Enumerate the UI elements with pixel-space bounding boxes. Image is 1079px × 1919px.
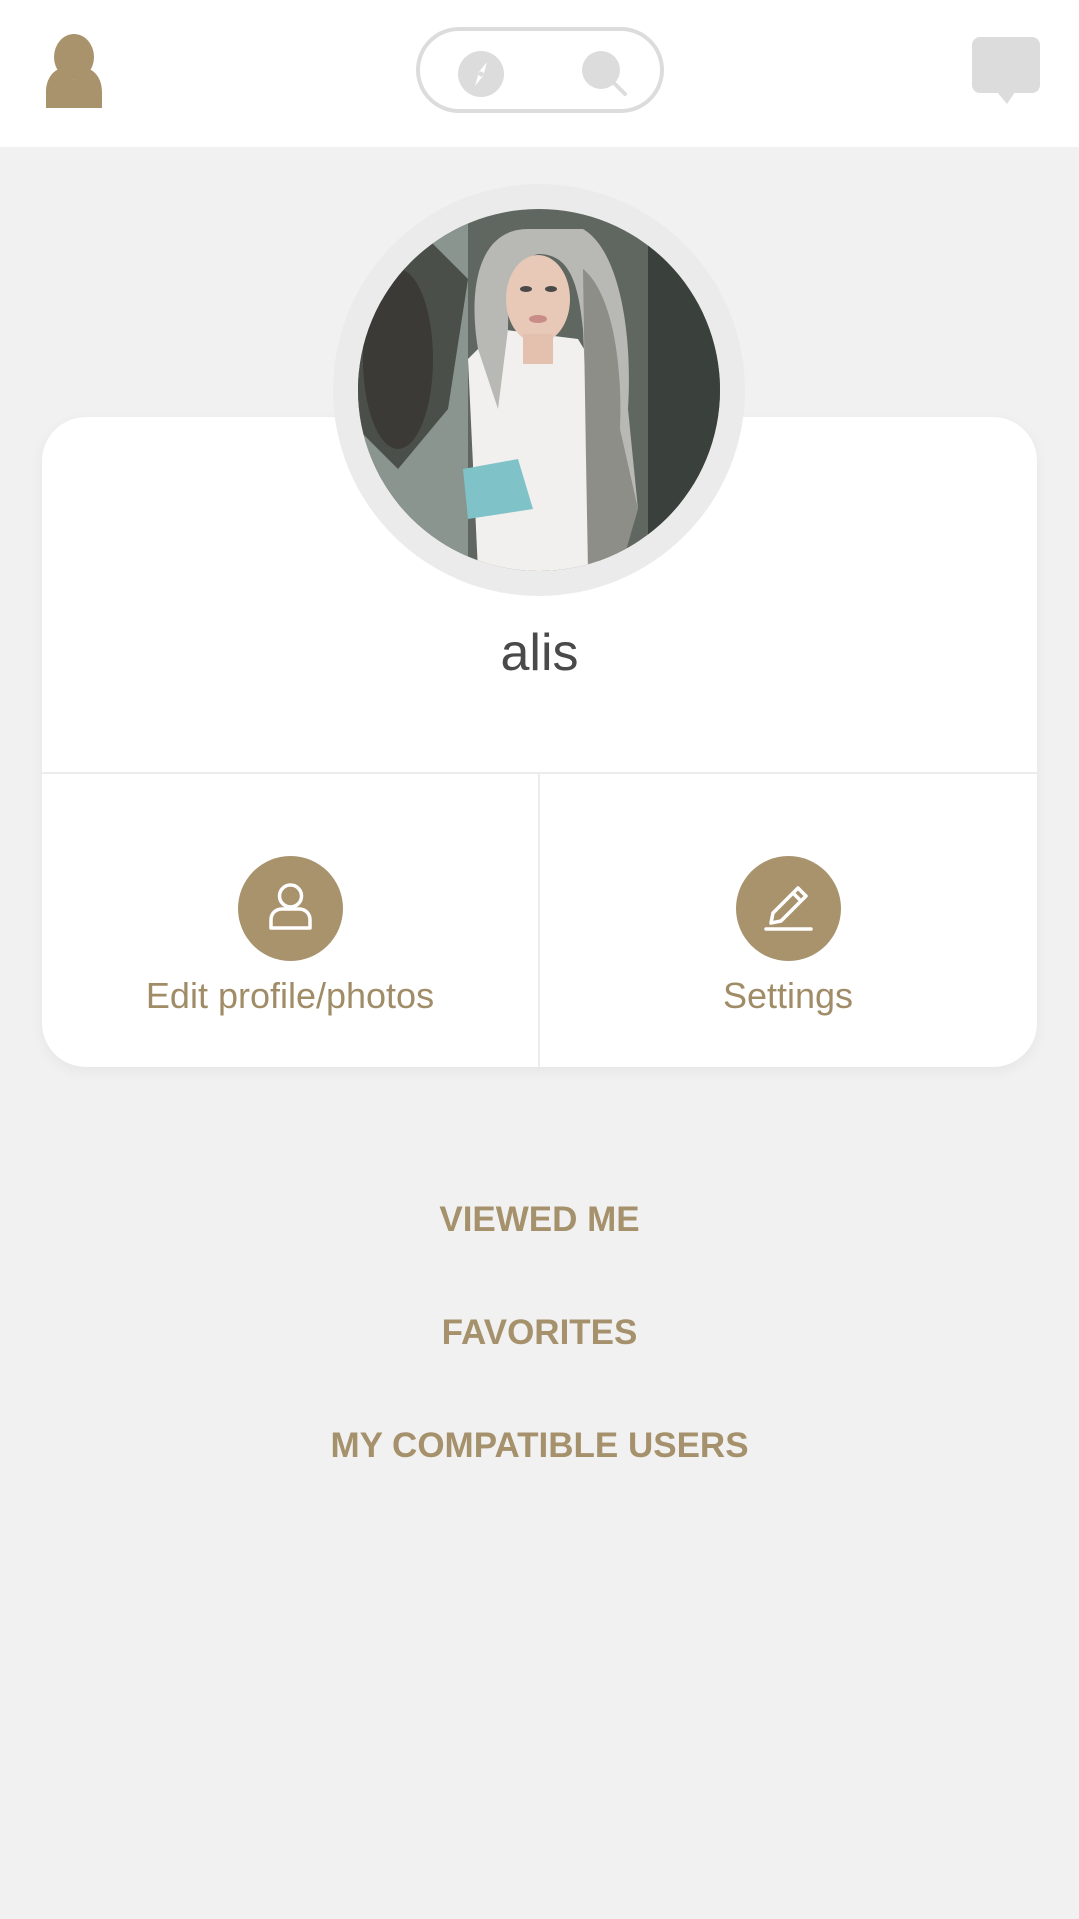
- discover-toggle-button[interactable]: [457, 50, 505, 98]
- compatible-users-link[interactable]: MY COMPATIBLE USERS: [0, 1421, 1079, 1471]
- top-navigation-bar: [0, 0, 1079, 147]
- person-outline-icon: [269, 883, 312, 930]
- avatar[interactable]: [358, 209, 720, 571]
- viewed-me-link[interactable]: VIEWED ME: [0, 1195, 1079, 1245]
- mode-toggle: [416, 27, 664, 113]
- compass-icon: [458, 51, 504, 97]
- user-name: alis: [500, 624, 579, 682]
- profile-nav-button[interactable]: [44, 34, 104, 108]
- pencil-icon: [764, 886, 813, 931]
- settings-button[interactable]: Settings: [540, 774, 1036, 1067]
- settings-label: Settings: [722, 975, 854, 1016]
- edit-profile-label: Edit profile/photos: [145, 975, 435, 1016]
- settings-circle: [736, 856, 841, 961]
- messages-nav-button[interactable]: [971, 36, 1041, 106]
- user-silhouette-icon: [46, 34, 102, 108]
- search-toggle-button[interactable]: [581, 50, 629, 98]
- edit-profile-photos-button[interactable]: Edit profile/photos: [42, 774, 538, 1067]
- chat-bubble-icon: [972, 37, 1040, 104]
- favorites-link[interactable]: FAVORITES: [0, 1308, 1079, 1358]
- magnifier-icon: [582, 51, 627, 96]
- edit-profile-circle: [238, 856, 343, 961]
- profile-photo: [358, 209, 720, 571]
